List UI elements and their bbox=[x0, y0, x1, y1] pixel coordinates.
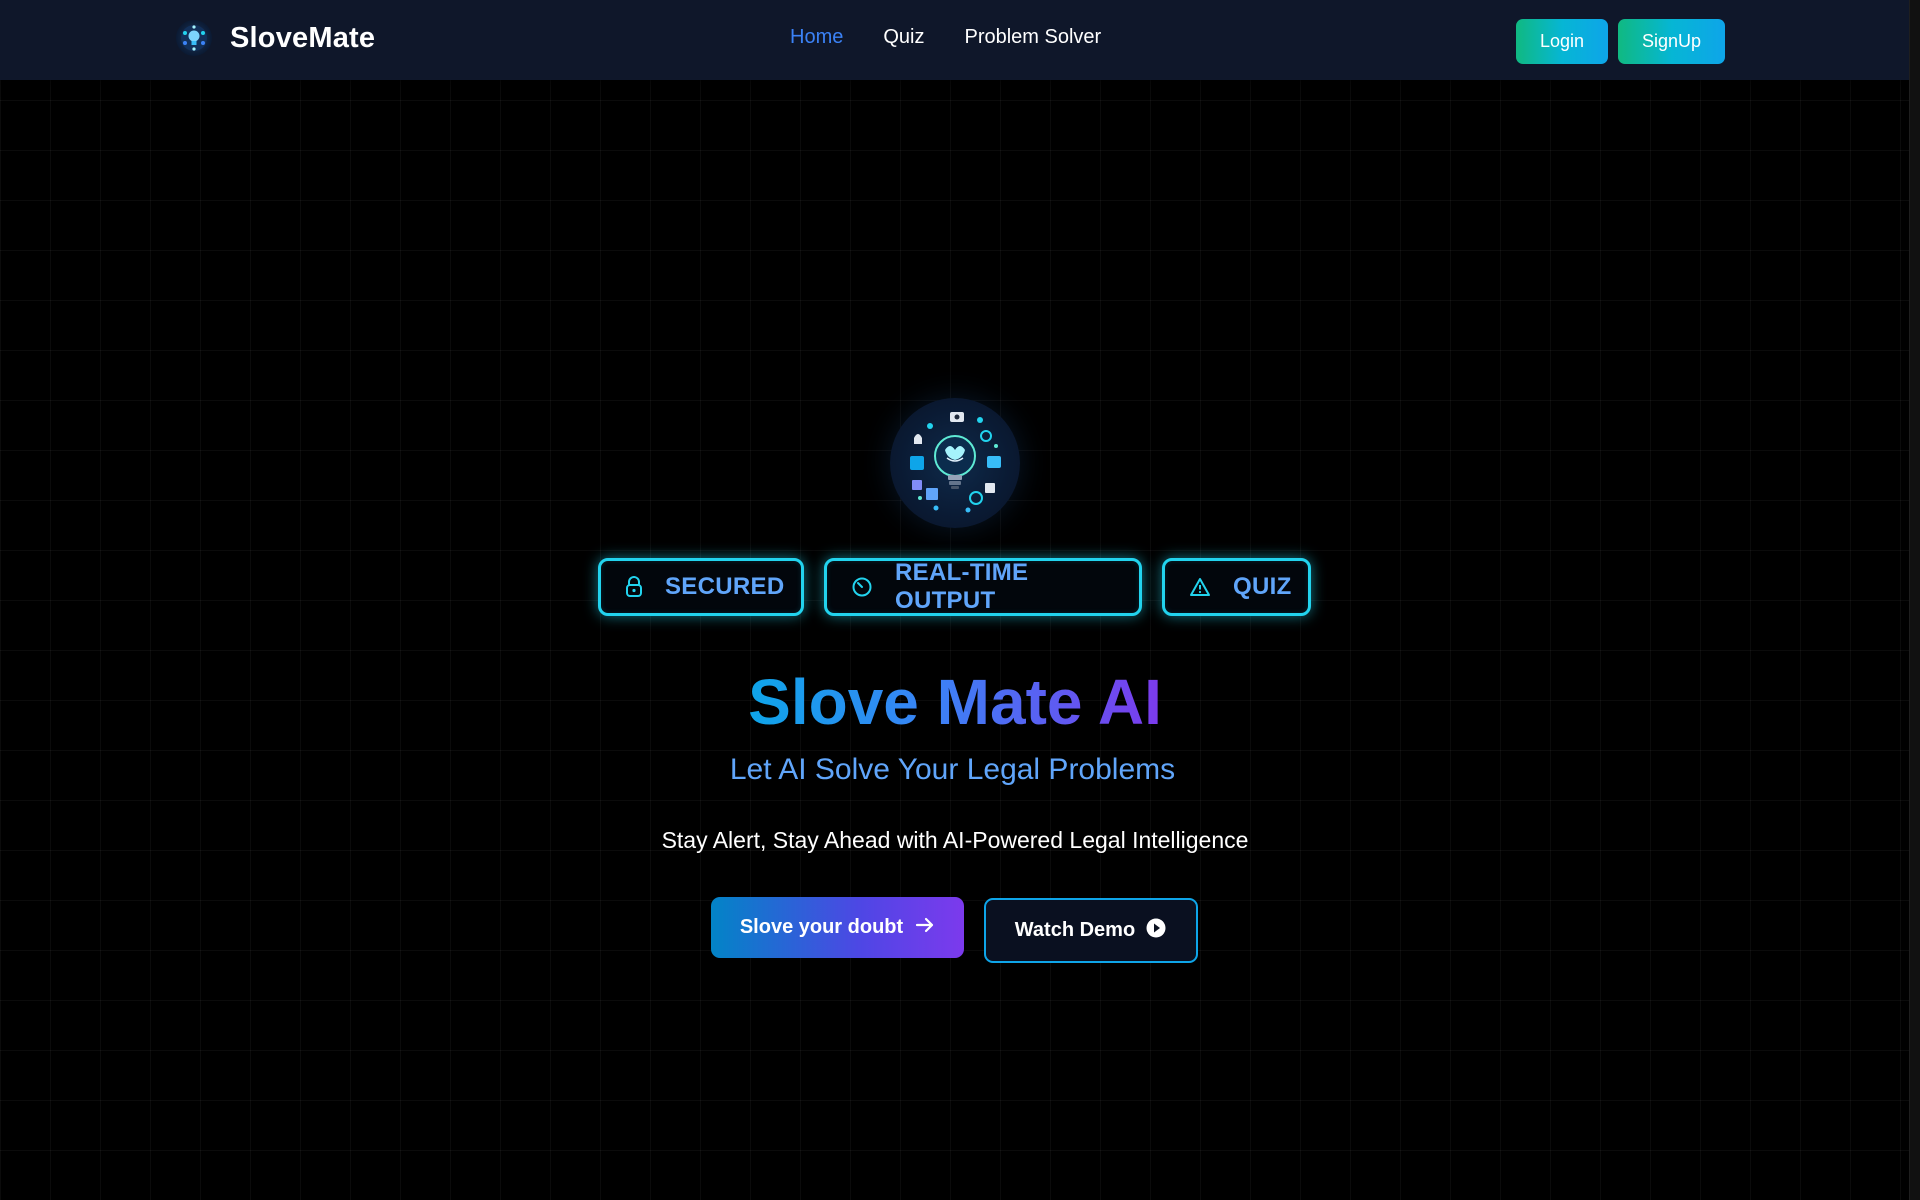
warning-triangle-icon bbox=[1189, 576, 1211, 598]
nav-link-quiz[interactable]: Quiz bbox=[883, 26, 924, 49]
play-circle-icon bbox=[1145, 917, 1167, 945]
nav-links: Home Quiz Problem Solver bbox=[790, 26, 1101, 49]
solve-doubt-button[interactable]: Slove your doubt bbox=[711, 897, 964, 958]
brand-link[interactable]: SloveMate bbox=[176, 20, 375, 56]
lock-icon bbox=[625, 576, 643, 598]
cta-row: Slove your doubt Watch Demo bbox=[711, 897, 1198, 963]
badge-quiz-label: QUIZ bbox=[1233, 573, 1292, 600]
hero-title-text: Slove Mate AI bbox=[748, 666, 1162, 738]
badge-secured[interactable]: SECURED bbox=[598, 558, 804, 616]
badge-real-time-output[interactable]: REAL-TIME OUTPUT bbox=[824, 558, 1142, 616]
badge-quiz[interactable]: QUIZ bbox=[1162, 558, 1311, 616]
badge-secured-label: SECURED bbox=[665, 573, 785, 600]
top-navbar: SloveMate Home Quiz Problem Solver Login… bbox=[0, 0, 1910, 80]
auth-buttons: Login SignUp bbox=[1516, 19, 1725, 64]
login-button[interactable]: Login bbox=[1516, 19, 1608, 64]
watch-demo-label: Watch Demo bbox=[1014, 919, 1136, 941]
watch-demo-button[interactable]: Watch Demo bbox=[984, 898, 1198, 963]
nav-link-home[interactable]: Home bbox=[790, 26, 843, 49]
brand-logo-icon bbox=[176, 20, 212, 56]
feature-badges: SECURED REAL-TIME OUTPUT QUIZ bbox=[598, 558, 1311, 616]
hero-tagline: Stay Alert, Stay Ahead with AI-Powered L… bbox=[661, 827, 1249, 853]
brand-name: SloveMate bbox=[230, 21, 376, 54]
hero-subtitle: Let AI Solve Your Legal Problems bbox=[729, 753, 1176, 786]
arrow-right-icon bbox=[915, 916, 935, 939]
brain-lightbulb-logo bbox=[890, 398, 1020, 528]
solve-doubt-label: Slove your doubt bbox=[739, 916, 904, 938]
landing-page: SloveMate Home Quiz Problem Solver Login… bbox=[0, 0, 1920, 1200]
badge-real-time-label: REAL-TIME OUTPUT bbox=[895, 559, 1029, 614]
nav-link-problem-solver[interactable]: Problem Solver bbox=[964, 26, 1101, 49]
hero-title: Slove Mate AI bbox=[0, 664, 1910, 740]
signup-button[interactable]: SignUp bbox=[1618, 19, 1725, 64]
timer-icon bbox=[851, 576, 873, 598]
page-scrollbar[interactable] bbox=[1909, 0, 1920, 1200]
